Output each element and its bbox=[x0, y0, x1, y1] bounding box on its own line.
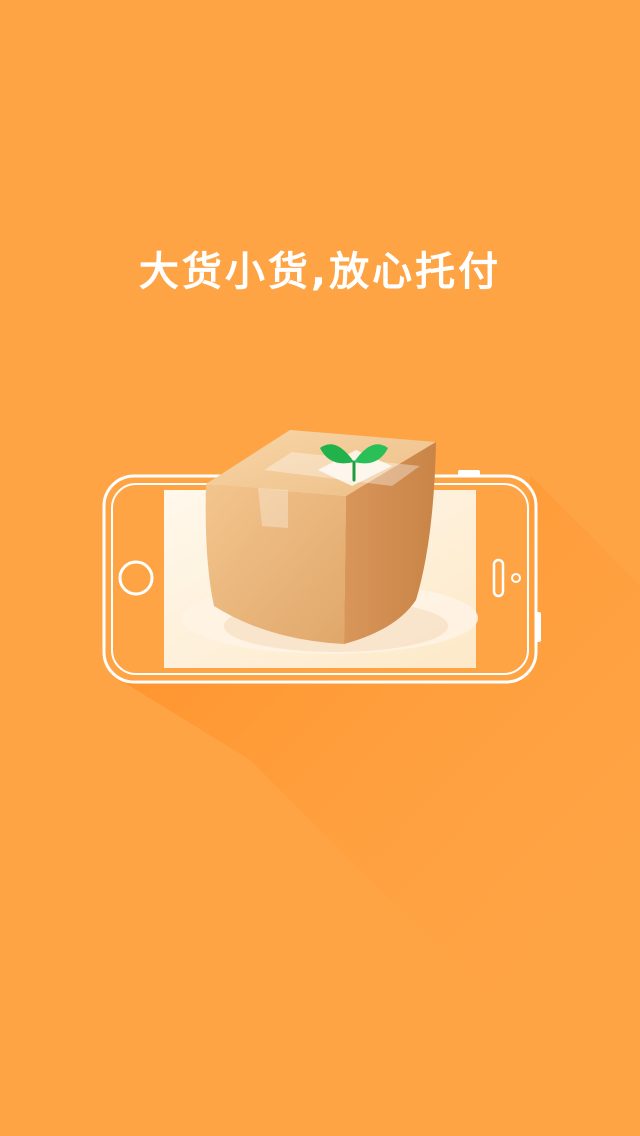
splash-illustration bbox=[102, 430, 640, 1010]
slogan-text: 大货小货,放心托付 bbox=[138, 249, 502, 295]
splash-screen: 大货小货,放心托付 bbox=[0, 0, 640, 1136]
cardboard-box-icon bbox=[205, 430, 436, 644]
